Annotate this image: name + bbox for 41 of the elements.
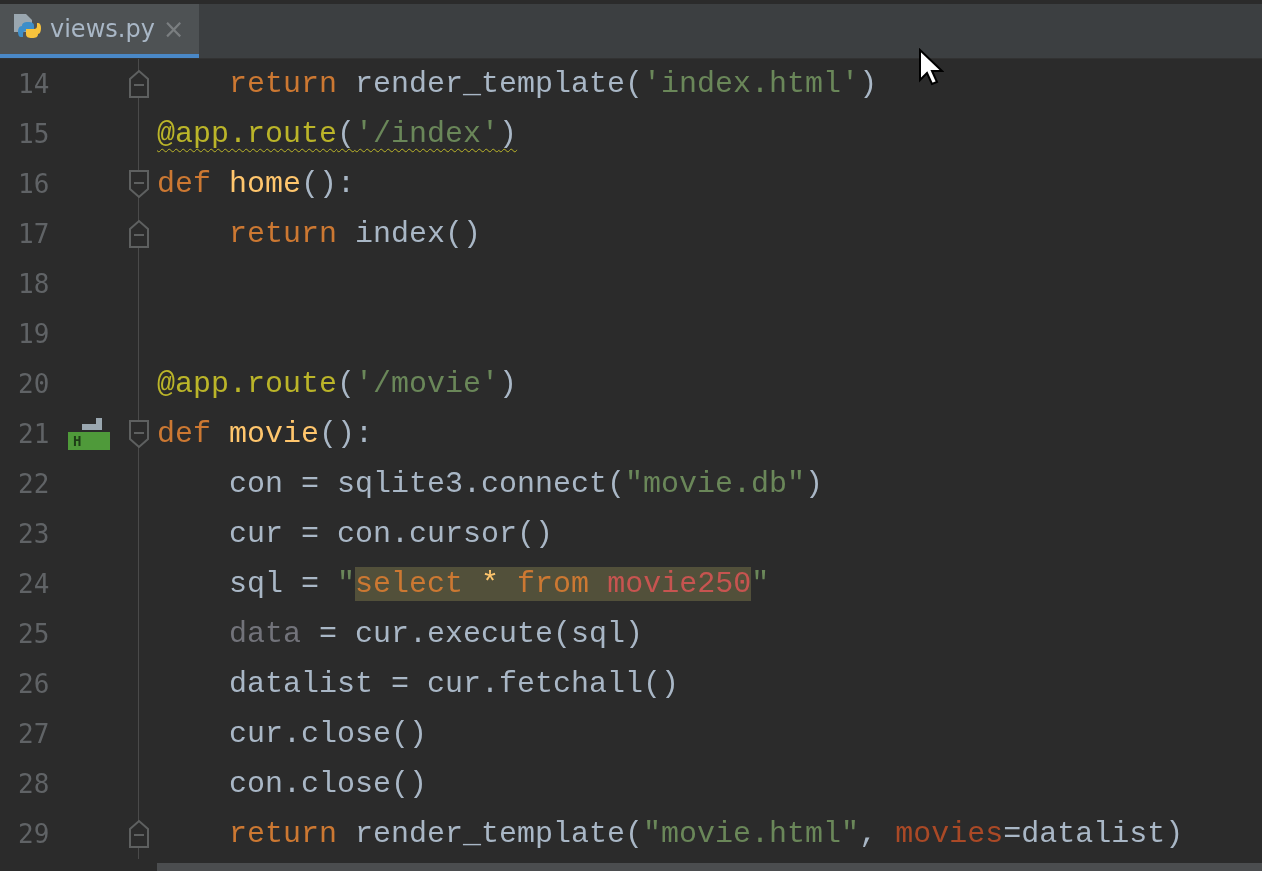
line-number: 27	[17, 719, 51, 749]
line-number: 23	[17, 519, 51, 549]
page-icon	[82, 418, 102, 430]
code-line: return render_template('index.html')	[228, 66, 878, 103]
fold-icon[interactable]	[128, 819, 150, 849]
scrollbar[interactable]	[157, 863, 1262, 871]
line-number: 24	[17, 569, 51, 599]
line-number: 15	[17, 119, 51, 149]
code-line: cur = con.cursor()	[228, 516, 554, 553]
code-line: def home():	[157, 166, 356, 203]
line-number: 19	[17, 319, 51, 349]
code-line: con = sqlite3.connect("movie.db")	[228, 466, 824, 503]
gutter-badge[interactable]: H	[68, 432, 110, 450]
line-number: 20	[17, 369, 51, 399]
code-line: def movie():	[157, 416, 374, 453]
code-line: @app.route('/movie')	[157, 366, 518, 403]
mouse-pointer-icon	[918, 48, 944, 86]
code-line: sql = "select * from movie250"	[228, 566, 770, 603]
fold-icon[interactable]	[128, 169, 150, 199]
line-number: 21	[17, 419, 51, 449]
fold-icon[interactable]	[128, 219, 150, 249]
line-number: 26	[17, 669, 51, 699]
line-number: 29	[17, 819, 51, 849]
code-line: datalist = cur.fetchall()	[228, 666, 680, 703]
fold-icon[interactable]	[128, 69, 150, 99]
line-number: 28	[17, 769, 51, 799]
code-line: con.close()	[228, 766, 428, 803]
line-number: 22	[17, 469, 51, 499]
line-number: 25	[17, 619, 51, 649]
line-number: 18	[17, 269, 51, 299]
line-number: 16	[17, 169, 51, 199]
code-line: cur.close()	[228, 716, 428, 753]
close-button[interactable]: ×	[162, 14, 185, 44]
fold-icon[interactable]	[128, 419, 150, 449]
code-line: return index()	[228, 216, 482, 253]
code-line: @app.route('/index')	[157, 116, 518, 153]
code-line: return render_template("movie.html", movies=datalist)	[228, 816, 1184, 853]
line-number: 17	[17, 219, 51, 249]
line-number: 14	[17, 69, 51, 99]
code-line: data = cur.execute(sql)	[228, 616, 644, 653]
file-tab[interactable]: views.py ×	[0, 4, 199, 58]
